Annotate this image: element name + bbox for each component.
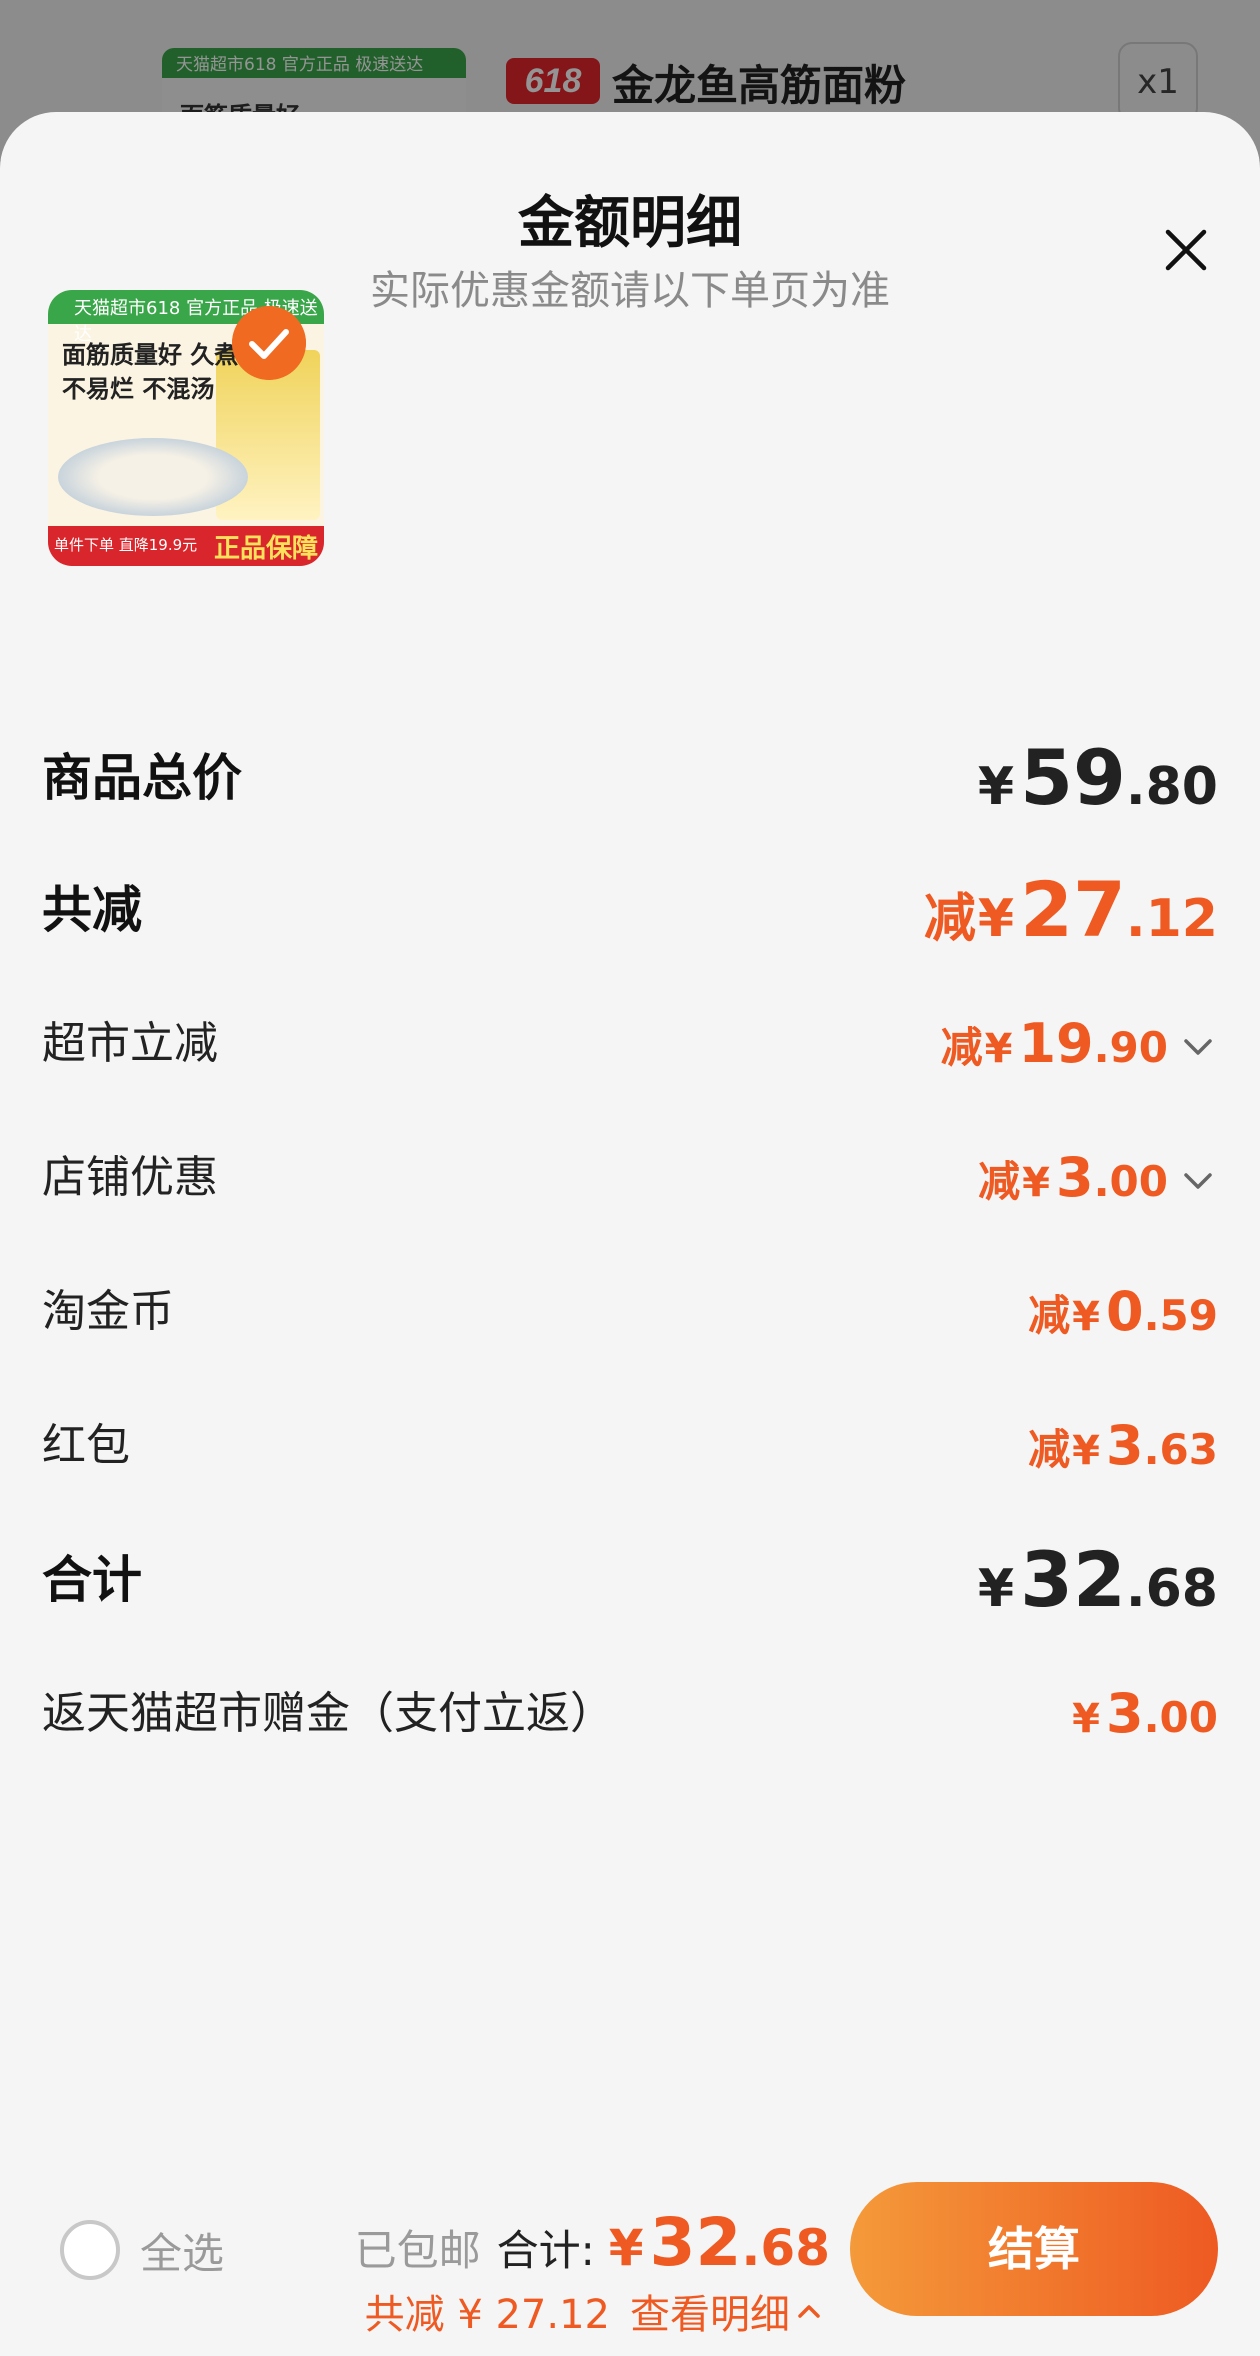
dumpling-bowl-image	[58, 438, 248, 516]
row-taojin-coins: 淘金币 减 ¥ 0 .59	[42, 1272, 1218, 1352]
row-total-price: 商品总价 ¥ 59 .80	[42, 738, 1218, 818]
sheet-title: 金额明细	[518, 191, 742, 256]
amount-decimal: .12	[1125, 889, 1218, 949]
sum-decimal: .68	[741, 2219, 830, 2277]
row-cashback: 返天猫超市赠金（支付立返） ¥ 3 .00	[42, 1674, 1218, 1754]
currency-symbol: ¥	[977, 889, 1015, 949]
row-store-discount[interactable]: 店铺优惠 减 ¥ 3 .00	[42, 1138, 1218, 1218]
price-detail-sheet: 金额明细 实际优惠金额请以下单页为准 天猫超市618 官方正品 极速送达 面筋质…	[0, 112, 1260, 2356]
row-subtotal: 合计 ¥ 32 .68	[42, 1540, 1218, 1620]
subtotal-amount: ¥ 32 .68	[978, 1540, 1218, 1629]
amount-integer: 59	[1020, 733, 1126, 822]
free-shipping-label: 已包邮	[354, 2226, 481, 2275]
red-packet-amount: 减 ¥ 3 .63	[1028, 1406, 1218, 1491]
minus-prefix: 减	[923, 889, 976, 949]
thumbnail-slogan: 面筋质量好 久煮不易烂 不混汤	[62, 341, 239, 403]
amount-integer: 27	[1020, 865, 1126, 954]
amount-integer: 32	[1020, 1535, 1126, 1624]
row-total-discount: 共减 减 ¥ 27 .12	[42, 870, 1218, 950]
taojin-coins-amount: 减 ¥ 0 .59	[1028, 1272, 1218, 1357]
amount-decimal: .80	[1125, 757, 1218, 817]
amount-decimal: .59	[1143, 1291, 1218, 1340]
amount-decimal: .63	[1143, 1425, 1218, 1474]
amount-decimal: .90	[1093, 1023, 1168, 1072]
amount-integer: 3	[1106, 1682, 1144, 1745]
currency-symbol: ¥	[984, 1026, 1013, 1072]
select-all-toggle[interactable]: 全选	[60, 2218, 224, 2282]
amount-integer: 3	[1056, 1146, 1094, 1209]
currency-symbol: ¥	[1072, 1696, 1101, 1742]
promo-strip-left: 单件下单 直降19.9元	[54, 536, 198, 554]
amount-integer: 19	[1018, 1012, 1094, 1075]
subtotal-label: 合计	[42, 1551, 142, 1609]
sum-label: 合计:	[496, 2226, 595, 2275]
checkout-button[interactable]: 结算	[850, 2182, 1218, 2316]
view-detail-link[interactable]: 查看明细	[630, 2282, 790, 2340]
currency-symbol: ¥	[1022, 1160, 1051, 1206]
currency-symbol: ¥	[608, 2219, 644, 2277]
currency-symbol: ¥	[1072, 1294, 1101, 1340]
supermarket-discount-amount: 减 ¥ 19 .90	[941, 1004, 1218, 1089]
total-price-amount: ¥ 59 .80	[978, 738, 1218, 827]
chevron-down-icon[interactable]	[1178, 1161, 1218, 1201]
select-all-radio[interactable]	[60, 2220, 120, 2280]
sum-integer: 32	[649, 2204, 742, 2281]
cashback-amount: ¥ 3 .00	[1072, 1674, 1218, 1759]
taojin-coins-label: 淘金币	[42, 1286, 174, 1337]
total-discount-label: 共减	[42, 881, 142, 939]
row-red-packet: 红包 减 ¥ 3 .63	[42, 1406, 1218, 1486]
chevron-down-icon[interactable]	[1178, 1027, 1218, 1067]
minus-prefix: 减	[1028, 1425, 1071, 1474]
cashback-label: 返天猫超市赠金（支付立返）	[42, 1688, 614, 1739]
store-discount-label: 店铺优惠	[42, 1152, 218, 1203]
supermarket-discount-label: 超市立减	[42, 1018, 218, 1069]
amount-integer: 0	[1106, 1280, 1144, 1343]
store-discount-amount: 减 ¥ 3 .00	[978, 1138, 1218, 1223]
minus-prefix: 减	[1028, 1291, 1071, 1340]
amount-decimal: .68	[1125, 1559, 1218, 1619]
currency-symbol: ¥	[977, 1559, 1015, 1619]
checkout-bar: 全选 已包邮 合计: ¥ 32 .68 共减 ¥ 27.12 查看明细 结算	[0, 2168, 1260, 2356]
thumbnail-promo-strip: 单件下单 直降19.9元 正品保障	[48, 526, 324, 566]
sum-summary: 已包邮 合计: ¥ 32 .68	[355, 2204, 830, 2281]
amount-integer: 3	[1106, 1414, 1144, 1477]
checkmark-icon[interactable]	[232, 306, 306, 380]
row-supermarket-discount[interactable]: 超市立减 减 ¥ 19 .90	[42, 1004, 1218, 1084]
close-icon[interactable]	[1156, 220, 1216, 280]
chevron-up-icon[interactable]	[794, 2296, 824, 2326]
amount-decimal: .00	[1093, 1157, 1168, 1206]
select-all-label: 全选	[140, 2228, 225, 2278]
saved-amount-text: 共减 ¥ 27.12	[364, 2292, 610, 2338]
amount-decimal: .00	[1143, 1693, 1218, 1742]
minus-prefix: 减	[978, 1157, 1021, 1206]
total-discount-amount: 减 ¥ 27 .12	[924, 870, 1218, 959]
promo-strip-right: 正品保障	[213, 534, 318, 564]
saved-summary[interactable]: 共减 ¥ 27.12 查看明细	[365, 2282, 824, 2340]
minus-prefix: 减	[940, 1023, 983, 1072]
total-price-label: 商品总价	[42, 749, 242, 807]
red-packet-label: 红包	[42, 1420, 130, 1471]
currency-symbol: ¥	[1072, 1428, 1101, 1474]
currency-symbol: ¥	[977, 757, 1015, 817]
